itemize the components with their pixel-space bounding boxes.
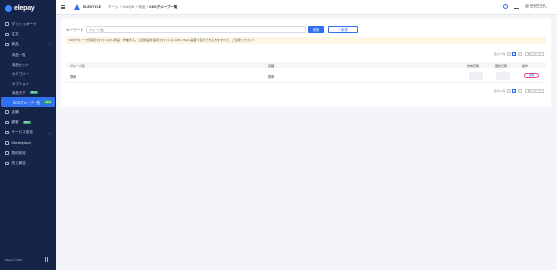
- sidebar-item-customers[interactable]: 顧客 NEW: [0, 117, 56, 127]
- pagination-top: 合計 1 件 < 1 > 50 / ページ: [494, 52, 544, 56]
- breadcrumb-separator: /: [146, 5, 148, 9]
- cell-updated: [496, 72, 510, 80]
- notice-banner: KDSグループが指定されていない商品・作業する。上記商品を指定されている KDS…: [66, 37, 546, 44]
- logo[interactable]: elepay: [5, 4, 35, 12]
- dashboard-icon: [5, 22, 9, 26]
- table-row: 厨房 厨房 詳細: [66, 68, 546, 83]
- breadcrumb-current: KDSグループ一覧: [149, 5, 178, 9]
- next-page-button[interactable]: >: [517, 89, 522, 93]
- prev-page-button[interactable]: <: [506, 89, 511, 93]
- sidebar-item-orders[interactable]: 注文: [0, 29, 56, 39]
- pagination-bottom: 合計 1 件 < 1 > 50 / ページ: [494, 89, 544, 93]
- breadcrumb-item[interactable]: ホーム: [108, 5, 118, 10]
- page-size-select[interactable]: 50 / ページ: [525, 89, 544, 93]
- breadcrumb-item[interactable]: OneQR: [122, 5, 134, 10]
- collapse-icon[interactable]: [45, 257, 48, 262]
- next-page-button[interactable]: >: [517, 52, 522, 56]
- user-info: ELESTYLE user@elestyle.jp: [530, 3, 547, 9]
- sidebar-item-products[interactable]: 商品 ⌃: [0, 40, 56, 50]
- products-icon: [5, 42, 9, 47]
- detail-button[interactable]: 詳細: [524, 73, 539, 78]
- column-created: 作成日時: [467, 63, 480, 68]
- logo-icon: [5, 4, 12, 12]
- search-button[interactable]: 検索: [308, 26, 324, 33]
- sidebar-item-label: 商品: [11, 42, 19, 47]
- breadcrumb-separator: /: [119, 5, 121, 9]
- help-icon[interactable]: [502, 3, 508, 9]
- sidebar-item-label: 商品タグ: [12, 91, 26, 96]
- new-badge: NEW: [44, 100, 53, 104]
- download-icon[interactable]: [513, 4, 519, 9]
- column-store: 店舗: [268, 63, 275, 68]
- sidebar-item-label: ダッシュボード: [11, 21, 37, 26]
- topbar-actions: ELESTYLE user@elestyle.jp: [502, 3, 547, 9]
- sidebar-item-label: オプション: [12, 81, 29, 86]
- sidebar-footer: Elepay © 2024: [5, 259, 23, 262]
- sidebar-item-label: サービス設定: [11, 130, 34, 135]
- sidebar-item-product-sets[interactable]: 商品セット: [0, 59, 56, 69]
- sidebar-item-label: KDSグループ一覧: [13, 100, 41, 105]
- keyword-input[interactable]: [86, 26, 306, 33]
- orders-icon: [5, 32, 9, 37]
- sidebar-item-label: 商品一覧: [12, 53, 26, 58]
- sidebar-item-contract[interactable]: 契約設定: [0, 148, 56, 158]
- topbar: ELESTYLE ホーム / OneQR / 商品 / KDSグループ一覧 ELEST…: [56, 0, 557, 15]
- chevron-up-icon: ⌃: [48, 42, 51, 47]
- avatar: [524, 4, 529, 8]
- contract-icon: [5, 151, 9, 155]
- new-badge: NEW: [29, 90, 38, 95]
- user-email: user@elestyle.jp: [529, 7, 547, 9]
- sidebar-item-label: 顧客: [11, 119, 19, 124]
- page-number[interactable]: 1: [512, 52, 517, 56]
- sidebar-item-product-list[interactable]: 商品一覧: [0, 50, 56, 60]
- sidebar-item-dashboard[interactable]: ダッシュボード: [0, 19, 56, 29]
- cell-store: 厨房: [268, 74, 275, 79]
- sidebar-item-label: Marketplace: [11, 140, 32, 145]
- chevron-down-icon: ⌄: [48, 130, 51, 135]
- sidebar-item-label: 注文: [11, 31, 19, 36]
- sidebar-item-marketplace[interactable]: Marketplace: [0, 138, 56, 148]
- pagination-total: 合計 1 件: [493, 89, 506, 93]
- sidebar-nav: ダッシュボード 注文 商品 ⌃ 商品一覧 商品セット カテゴリー オプション 商品…: [0, 19, 56, 169]
- breadcrumb-separator: /: [135, 5, 137, 9]
- cell-group: 厨房: [70, 74, 77, 79]
- settings-icon: [5, 130, 9, 135]
- shop-name: ELESTYLE: [83, 5, 102, 9]
- sidebar-item-options[interactable]: オプション: [0, 78, 56, 88]
- menu-icon[interactable]: [61, 5, 65, 9]
- breadcrumb: ホーム / OneQR / 商品 / KDSグループ一覧: [108, 5, 177, 10]
- new-button[interactable]: + 新規: [328, 26, 358, 33]
- sidebar-item-kds-groups[interactable]: KDSグループ一覧 NEW: [1, 97, 55, 107]
- user-menu[interactable]: ELESTYLE user@elestyle.jp: [524, 3, 547, 9]
- sidebar-item-label: 店舗: [11, 109, 19, 114]
- pagination-total: 合計 1 件: [493, 52, 506, 56]
- column-updated: 更新日時: [495, 63, 508, 68]
- marketplace-icon: [5, 141, 9, 145]
- page-size-select[interactable]: 50 / ページ: [525, 52, 544, 56]
- sidebar-item-label: カテゴリー: [12, 72, 29, 77]
- column-action: 操作: [522, 63, 529, 68]
- report-icon: [5, 161, 9, 166]
- sidebar: elepay ダッシュボード 注文 商品 ⌃ 商品一覧 商品セット カテゴリー オ…: [0, 0, 56, 270]
- cell-created: [469, 72, 483, 80]
- prev-page-button[interactable]: <: [506, 52, 511, 56]
- breadcrumb-item[interactable]: 商品: [138, 5, 145, 10]
- sidebar-item-label: 契約設定: [11, 150, 26, 155]
- sidebar-item-sales-report[interactable]: 売上報告: [0, 158, 56, 168]
- new-badge: NEW: [22, 120, 31, 125]
- logo-text: elepay: [14, 4, 35, 12]
- sidebar-item-categories[interactable]: カテゴリー: [0, 69, 56, 79]
- sidebar-item-label: 売上報告: [11, 161, 26, 166]
- customer-icon: [5, 120, 9, 125]
- store-icon: [5, 110, 9, 114]
- sidebar-item-service-settings[interactable]: サービス設定 ⌄: [0, 127, 56, 137]
- sidebar-item-product-tags[interactable]: 商品タグ NEW: [0, 88, 56, 98]
- main-card: キーワード 検索 + 新規 KDSグループが指定されていない商品・作業する。上記…: [61, 19, 551, 107]
- sidebar-item-label: 商品セット: [12, 62, 29, 67]
- sidebar-item-stores[interactable]: 店舗: [0, 107, 56, 117]
- shop-logo-icon: [74, 4, 80, 10]
- column-group: グループ名: [70, 63, 85, 68]
- page-number[interactable]: 1: [512, 89, 517, 93]
- keyword-label: キーワード: [66, 28, 84, 32]
